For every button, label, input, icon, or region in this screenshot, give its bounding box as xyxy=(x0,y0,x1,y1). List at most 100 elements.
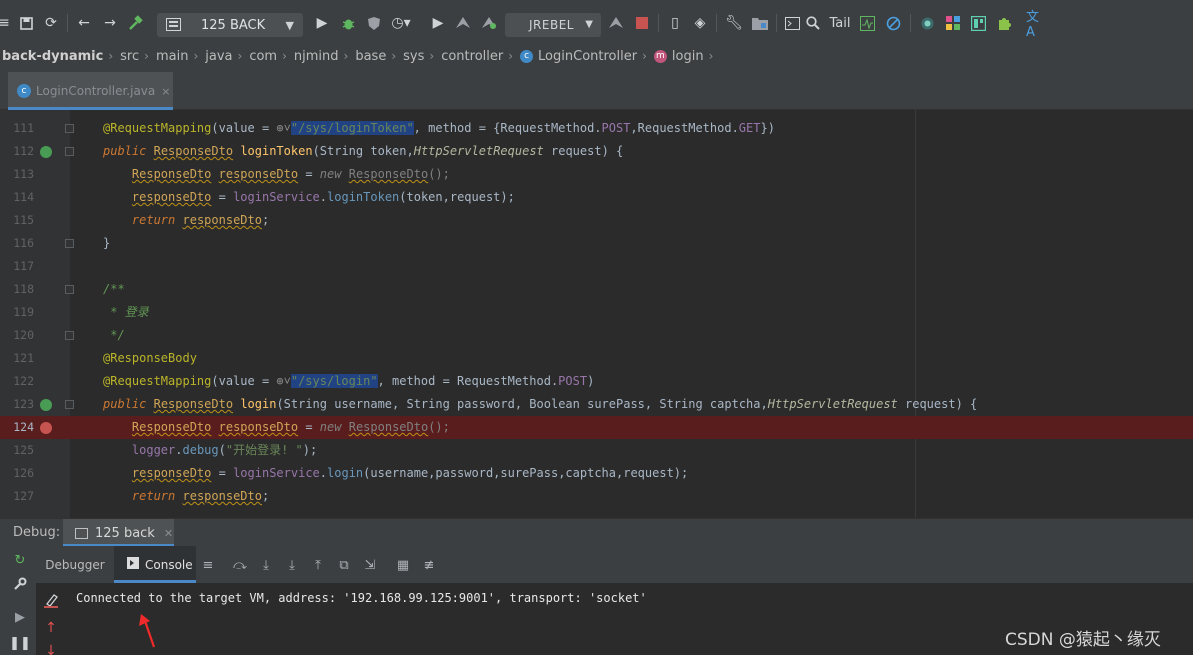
drop-frame-icon[interactable]: ⧉ xyxy=(336,557,352,573)
translate-icon[interactable]: 文A xyxy=(1026,10,1046,40)
code-string: "/sys/loginToken" xyxy=(290,121,414,135)
run-configuration-select[interactable]: 125 BACK ▼ xyxy=(157,13,303,37)
code-text: ResponseDto responseDto = new ResponseDt… xyxy=(131,420,450,434)
line-number: 123 xyxy=(13,397,34,411)
puzzle-plugin-icon[interactable] xyxy=(995,13,1013,33)
jrebel-run-icon[interactable] xyxy=(454,13,472,33)
breadcrumb-com[interactable]: com xyxy=(249,49,277,64)
close-icon[interactable]: ✕ xyxy=(164,527,173,540)
clear-console-icon[interactable] xyxy=(42,593,60,609)
layout-icon[interactable] xyxy=(969,13,987,33)
class-icon: c xyxy=(520,49,534,63)
sync-icon[interactable]: ⟳ xyxy=(43,13,59,33)
show-execution-point-icon[interactable]: ⤼ xyxy=(232,557,248,573)
chevron-right-icon: › xyxy=(237,49,243,63)
activity-monitor-icon[interactable] xyxy=(858,13,876,33)
run-to-cursor-icon[interactable]: ⇲ xyxy=(362,557,378,573)
breakpoint-icon[interactable] xyxy=(40,422,52,434)
run-gutter-icon[interactable] xyxy=(40,399,52,411)
code-line: 127 return responseDto; xyxy=(0,485,1193,508)
step-out-icon[interactable]: ⤒ xyxy=(310,557,326,573)
breadcrumb-njmind[interactable]: njmind xyxy=(294,49,339,64)
plugin-search-icon[interactable] xyxy=(918,13,936,33)
code-editor[interactable]: 111 @RequestMapping(value = ⊕˅"/sys/logi… xyxy=(0,110,1193,518)
code-line: 125 logger.debug("开始登录! "); xyxy=(0,439,1193,462)
breadcrumb-main[interactable]: main xyxy=(156,49,188,64)
code-text: responseDto = loginService.loginToken(to… xyxy=(131,190,515,204)
up-arrow-icon[interactable]: ↑ xyxy=(42,620,60,636)
color-palette-icon[interactable] xyxy=(944,13,962,33)
wrench-icon[interactable]: 🔧︎ xyxy=(725,13,743,33)
evaluate-expression-icon[interactable]: ▦ xyxy=(395,557,411,573)
save-icon[interactable] xyxy=(18,13,34,33)
code-text: return responseDto; xyxy=(131,489,270,503)
breadcrumb-src[interactable]: src xyxy=(120,49,139,64)
fold-marker-icon[interactable] xyxy=(65,331,74,340)
step-over-icon[interactable]: ⤓ xyxy=(258,557,274,573)
code-line: 120 */ xyxy=(0,324,1193,347)
run-arrow-icon[interactable]: ▶ xyxy=(430,13,446,33)
coverage-shield-icon[interactable] xyxy=(365,13,383,33)
disable-icon[interactable] xyxy=(884,13,902,33)
profiler-icon[interactable]: ◷▾ xyxy=(390,13,412,33)
wrench-icon[interactable] xyxy=(12,576,28,592)
breadcrumb-controller[interactable]: controller xyxy=(441,49,503,64)
device-icon[interactable]: ▯ xyxy=(666,13,684,33)
line-number: 126 xyxy=(13,466,34,480)
chevron-right-icon: › xyxy=(429,49,435,63)
deploy-icon[interactable]: ◈ xyxy=(691,13,709,33)
tab-debugger[interactable]: Debugger xyxy=(36,546,114,583)
run-icon[interactable]: ▶ xyxy=(314,13,330,33)
fold-marker-icon[interactable] xyxy=(65,147,74,156)
breadcrumb-class[interactable]: c LoginController xyxy=(520,49,637,64)
tab-console[interactable]: Console xyxy=(114,546,196,583)
code-line: 119 * 登录 xyxy=(0,301,1193,324)
chevron-down-icon: ▼ xyxy=(285,19,294,32)
fold-marker-icon[interactable] xyxy=(65,285,74,294)
forward-arrow-icon[interactable]: → xyxy=(102,13,118,33)
session-label: 125 back xyxy=(95,525,155,541)
fold-marker-icon[interactable] xyxy=(65,239,74,248)
terminal-icon[interactable] xyxy=(783,13,801,33)
stop-icon[interactable] xyxy=(634,13,650,33)
breadcrumb-base[interactable]: base xyxy=(355,49,386,64)
breadcrumb-project[interactable]: back-dynamic xyxy=(2,49,103,64)
back-arrow-icon[interactable]: ← xyxy=(76,13,92,33)
close-icon[interactable]: × xyxy=(161,85,170,98)
line-number: 114 xyxy=(13,190,34,204)
line-number: 116 xyxy=(13,236,34,250)
breadcrumb-sys[interactable]: sys xyxy=(403,49,424,64)
line-number: 124 xyxy=(13,420,34,434)
fold-marker-icon[interactable] xyxy=(65,124,74,133)
trace-icon[interactable]: ≢ xyxy=(421,557,437,573)
search-icon[interactable] xyxy=(805,13,821,33)
menu-icon[interactable]: ≡ xyxy=(200,557,216,573)
debug-session-tab[interactable]: 125 back ✕ xyxy=(63,519,174,547)
rerun-icon[interactable]: ↻ xyxy=(12,552,28,568)
pause-icon[interactable]: ❚❚ xyxy=(9,635,31,651)
line-number: 119 xyxy=(13,305,34,319)
down-arrow-icon[interactable]: ↓ xyxy=(42,643,60,655)
run-gutter-icon[interactable] xyxy=(40,146,52,158)
menu-icon[interactable]: ≡ xyxy=(0,13,10,33)
resume-icon[interactable]: ▶︎ xyxy=(12,609,28,625)
breadcrumb-java[interactable]: java xyxy=(205,49,232,64)
jrebel-update-icon[interactable] xyxy=(607,13,625,33)
build-hammer-icon[interactable] xyxy=(127,13,145,33)
code-text: public ResponseDto login(String username… xyxy=(103,397,978,411)
tail-button[interactable]: Tail xyxy=(826,13,854,33)
line-number: 121 xyxy=(13,351,34,365)
breadcrumb-method[interactable]: m login xyxy=(653,49,704,64)
tab-login-controller[interactable]: c LoginController.java × xyxy=(8,72,173,110)
chevron-right-icon: › xyxy=(508,49,514,63)
tab-label: LoginController.java xyxy=(36,84,156,98)
project-structure-icon[interactable] xyxy=(751,13,769,33)
line-number: 115 xyxy=(13,213,34,227)
debug-bug-icon[interactable] xyxy=(339,13,357,33)
code-text: ResponseDto responseDto = new ResponseDt… xyxy=(131,167,450,181)
breakpoint-line: 124 ResponseDto responseDto = new Respon… xyxy=(0,416,1193,439)
fold-marker-icon[interactable] xyxy=(65,400,74,409)
jrebel-select[interactable]: JREBEL ▼ xyxy=(505,13,601,37)
jrebel-debug-icon[interactable] xyxy=(480,13,498,33)
step-into-icon[interactable]: ⤓ xyxy=(284,557,300,573)
